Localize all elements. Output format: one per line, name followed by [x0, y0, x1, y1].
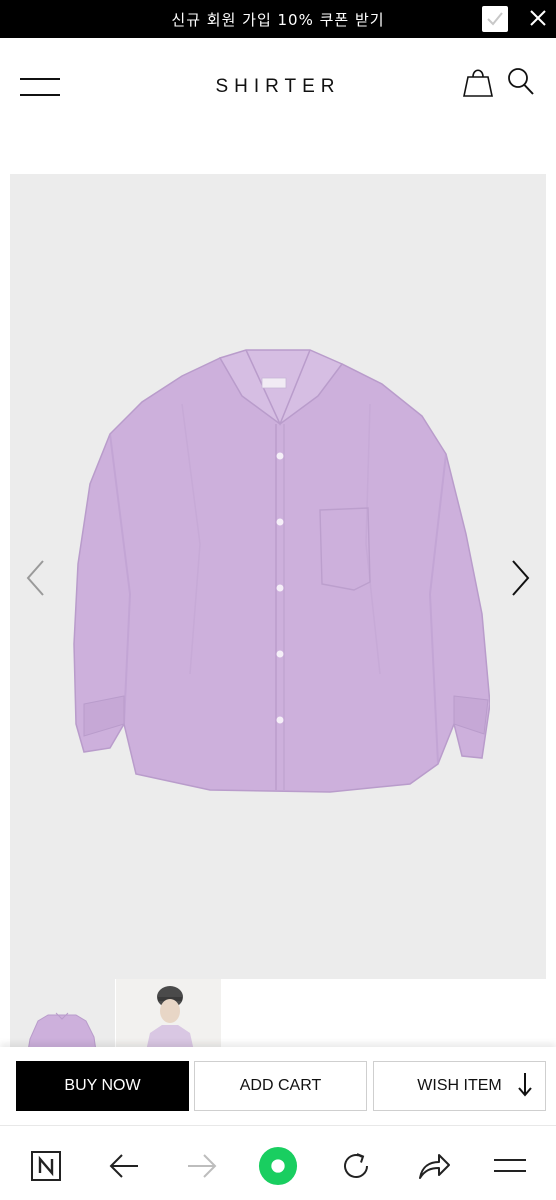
home-dot-icon[interactable]	[258, 1146, 298, 1186]
check-icon	[487, 12, 503, 26]
site-header: SHIRTER	[0, 38, 556, 128]
naver-icon[interactable]	[26, 1146, 66, 1186]
share-icon[interactable]	[414, 1146, 454, 1186]
close-icon[interactable]	[528, 8, 548, 28]
chevron-right-icon[interactable]	[510, 558, 532, 598]
promo-checkbox[interactable]	[482, 6, 508, 32]
wish-item-label: WISH ITEM	[417, 1077, 502, 1094]
refresh-icon[interactable]	[336, 1146, 376, 1186]
shopping-bag-icon[interactable]	[461, 66, 495, 98]
product-image-carousel[interactable]	[10, 174, 546, 979]
arrow-down-icon	[518, 1073, 532, 1097]
thumbnail-model[interactable]	[116, 979, 221, 1051]
add-cart-button[interactable]: ADD CART	[194, 1061, 367, 1111]
buy-now-button[interactable]: BUY NOW	[16, 1061, 189, 1111]
chevron-left-icon[interactable]	[24, 558, 46, 598]
purchase-action-bar: BUY NOW ADD CART WISH ITEM	[0, 1047, 556, 1125]
promo-banner[interactable]: 신규 회원 가입 10% 쿠폰 받기	[0, 0, 556, 38]
forward-arrow-icon[interactable]	[182, 1146, 222, 1186]
promo-text[interactable]: 신규 회원 가입 10% 쿠폰 받기	[0, 9, 556, 30]
thumbnail-shirt-front[interactable]	[10, 979, 115, 1051]
product-shirt-image	[73, 349, 490, 793]
wish-item-button[interactable]: WISH ITEM	[373, 1061, 546, 1111]
menu-icon[interactable]	[490, 1146, 530, 1186]
back-arrow-icon[interactable]	[104, 1146, 144, 1186]
thumbnail-strip	[10, 979, 546, 1051]
search-icon[interactable]	[507, 67, 535, 97]
browser-toolbar	[0, 1125, 556, 1200]
